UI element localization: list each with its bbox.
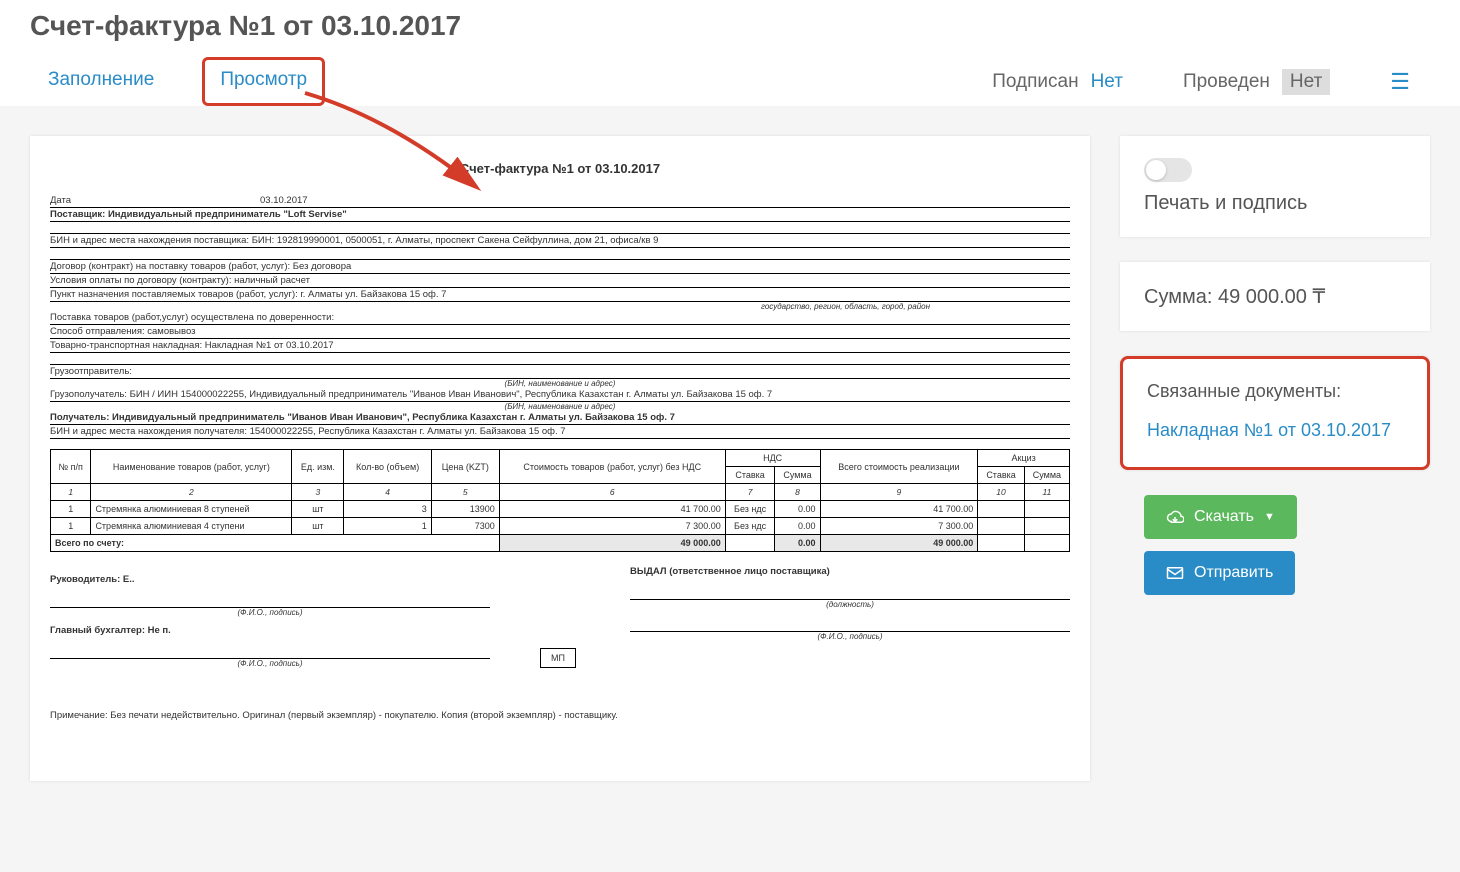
- print-sign-card: Печать и подпись: [1120, 136, 1430, 237]
- linked-doc-link[interactable]: Накладная №1 от 03.10.2017: [1147, 420, 1391, 440]
- hamburger-icon[interactable]: ☰: [1390, 69, 1410, 95]
- download-button[interactable]: Скачать ▼: [1144, 495, 1297, 539]
- tab-fill[interactable]: Заполнение: [30, 57, 172, 106]
- document-preview: Счет-фактура №1 от 03.10.2017 Дата03.10.…: [30, 136, 1090, 781]
- status-posted: Проведен Нет: [1183, 69, 1330, 95]
- cloud-download-icon: [1166, 508, 1184, 526]
- items-table: № п/п Наименование товаров (работ, услуг…: [50, 449, 1070, 552]
- stamp-placeholder: МП: [540, 648, 576, 668]
- linked-documents-card: Связанные документы: Накладная №1 от 03.…: [1120, 356, 1430, 470]
- print-sign-toggle[interactable]: [1144, 158, 1192, 182]
- tab-view[interactable]: Просмотр: [202, 57, 325, 106]
- send-button[interactable]: Отправить: [1144, 551, 1295, 595]
- envelope-icon: [1166, 564, 1184, 582]
- table-row: 1Стремянка алюминиевая 4 ступеништ 17300…: [51, 518, 1070, 535]
- page-title: Счет-фактура №1 от 03.10.2017: [30, 10, 1430, 42]
- caret-down-icon: ▼: [1264, 511, 1275, 523]
- sum-card: Сумма: 49 000.00 ₸: [1120, 262, 1430, 331]
- doc-note: Примечание: Без печати недействительно. …: [50, 710, 1070, 721]
- table-row: 1Стремянка алюминиевая 8 ступенейшт 3139…: [51, 501, 1070, 518]
- doc-title: Счет-фактура №1 от 03.10.2017: [50, 161, 1070, 176]
- status-signed: Подписан Нет: [992, 71, 1123, 93]
